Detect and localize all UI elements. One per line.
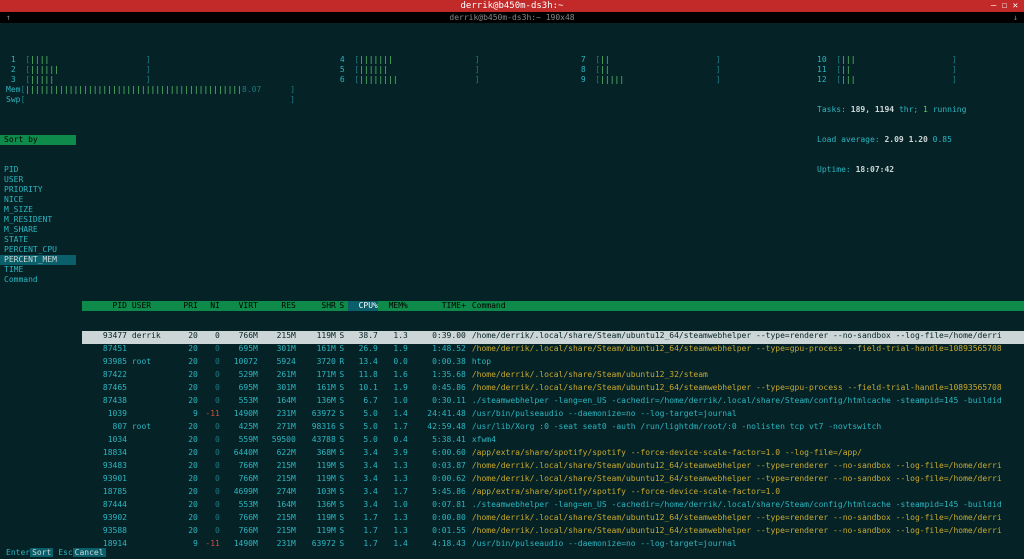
window-titlebar[interactable]: derrik@b450m-ds3h:~ – ☐ ✕ [0, 0, 1024, 12]
sort-item-nice[interactable]: NICE [0, 195, 76, 205]
sort-item-percent_mem[interactable]: PERCENT_MEM [0, 255, 76, 265]
window-controls[interactable]: – ☐ ✕ [991, 0, 1018, 12]
window-title: derrik@b450m-ds3h:~ [461, 1, 564, 11]
table-row[interactable]: 1039 9-111490M231M63972S5.01.424:41.48/u… [82, 409, 1024, 422]
sort-item-command[interactable]: Command [0, 275, 76, 285]
uptime-value: 18:07:42 [856, 165, 895, 174]
table-header[interactable]: PID USERPRINIVIRTRESSHRSCPU%MEM%TIME+Com… [82, 301, 1024, 311]
sort-item-m_size[interactable]: M_SIZE [0, 205, 76, 215]
cpu-meter-12: 12 [||| ] [817, 75, 1018, 85]
cpu-meter-6: 6 [|||||||| ] [335, 75, 536, 85]
table-row[interactable]: 93985 root2001007259243720R13.40.00:00.3… [82, 357, 1024, 370]
table-row[interactable]: 18785 2004699M274M103MS3.41.75:45.86/app… [82, 487, 1024, 500]
table-row[interactable]: 87451 200695M301M161MS26.91.91:48.52/hom… [82, 344, 1024, 357]
table-row[interactable]: 18834 2006440M622M368MS3.43.96:00.60/app… [82, 448, 1024, 461]
scroll-down-icon: ↓ [1013, 12, 1018, 23]
table-row[interactable]: 1034 200559M5950043788S5.00.45:38.41xfwm… [82, 435, 1024, 448]
load-label: Load average: [817, 135, 880, 144]
tasks-label: Tasks: [817, 105, 846, 114]
running-count: 1 [923, 105, 928, 114]
sort-header: Sort by [0, 135, 76, 145]
swp-meter: Swp[ ] [6, 95, 295, 105]
sort-item-pid[interactable]: PID [0, 165, 76, 175]
sort-item-m_resident[interactable]: M_RESIDENT [0, 215, 76, 225]
cpu-meter-8: 8 [|| ] [576, 65, 777, 75]
mem-meter: Mem[||||||||||||||||||||||||||||||||||||… [6, 85, 295, 95]
cpu-meter-11: 11 [|| ] [817, 65, 1018, 75]
table-row[interactable]: 93901 200766M215M119MS3.41.30:00.62/home… [82, 474, 1024, 487]
sort-item-time[interactable]: TIME [0, 265, 76, 275]
inner-titlebar: ↑ derrik@b450m-ds3h:~ 190x48 ↓ [0, 12, 1024, 23]
cpu-meter-9: 9 [||||| ] [576, 75, 777, 85]
sort-item-percent_cpu[interactable]: PERCENT_CPU [0, 245, 76, 255]
action-sort[interactable]: Sort [30, 548, 53, 557]
table-row[interactable]: 87438 200553M164M136MS6.71.00:30.11./ste… [82, 396, 1024, 409]
action-cancel[interactable]: Cancel [73, 548, 106, 557]
tasks-count: 189, [851, 105, 870, 114]
table-row[interactable]: 93483 200766M215M119MS3.41.30:03.87/home… [82, 461, 1024, 474]
table-row[interactable]: 807 root200425M271M98316S5.01.742:59.48/… [82, 422, 1024, 435]
sort-panel[interactable]: Sort by PIDUSERPRIORITYNICEM_SIZEM_RESID… [0, 115, 76, 305]
table-row[interactable]: 93902 200766M215M119MS1.71.30:00.80/home… [82, 513, 1024, 526]
threads-count: 1194 [875, 105, 894, 114]
key-esc: Esc [58, 548, 72, 557]
table-row[interactable]: 87422 200529M261M171MS11.81.61:35.68/hom… [82, 370, 1024, 383]
key-enter: Enter [6, 548, 30, 557]
sort-item-priority[interactable]: PRIORITY [0, 185, 76, 195]
inner-title-text: derrik@b450m-ds3h:~ 190x48 [449, 13, 574, 22]
cpu-meter-5: 5 [|||||| ] [335, 65, 536, 75]
scroll-up-icon: ↑ [6, 12, 11, 23]
uptime-label: Uptime: [817, 165, 851, 174]
table-row[interactable]: 87444 200553M164M136MS3.41.00:07.81./ste… [82, 500, 1024, 513]
cpu-meter-4: 4 [||||||| ] [335, 55, 536, 65]
cpu-meter-3: 3 [||||| ] [6, 75, 295, 85]
table-row[interactable]: 87465 200695M301M161MS10.11.90:45.86/hom… [82, 383, 1024, 396]
sort-item-m_share[interactable]: M_SHARE [0, 225, 76, 235]
terminal-body[interactable]: 1 [|||| ] 2 [|||||| ] 3 [||||| ]Mem[||||… [0, 23, 1024, 559]
process-table[interactable]: PID USERPRINIVIRTRESSHRSCPU%MEM%TIME+Com… [82, 281, 1024, 559]
footer-bar: EnterSort EscCancel [0, 548, 1024, 559]
sort-item-user[interactable]: USER [0, 175, 76, 185]
cpu-meter-2: 2 [|||||| ] [6, 65, 295, 75]
cpu-meter-7: 7 [|| ] [576, 55, 777, 65]
cpu-meter-10: 10 [||| ] [817, 55, 1018, 65]
sort-item-state[interactable]: STATE [0, 235, 76, 245]
cpu-meter-1: 1 [|||| ] [6, 55, 295, 65]
table-row[interactable]: 93477 derrik200766M215M119MS38.71.30:39.… [82, 331, 1024, 344]
table-row[interactable]: 93588 200766M215M119MS1.71.30:01.55/home… [82, 526, 1024, 539]
